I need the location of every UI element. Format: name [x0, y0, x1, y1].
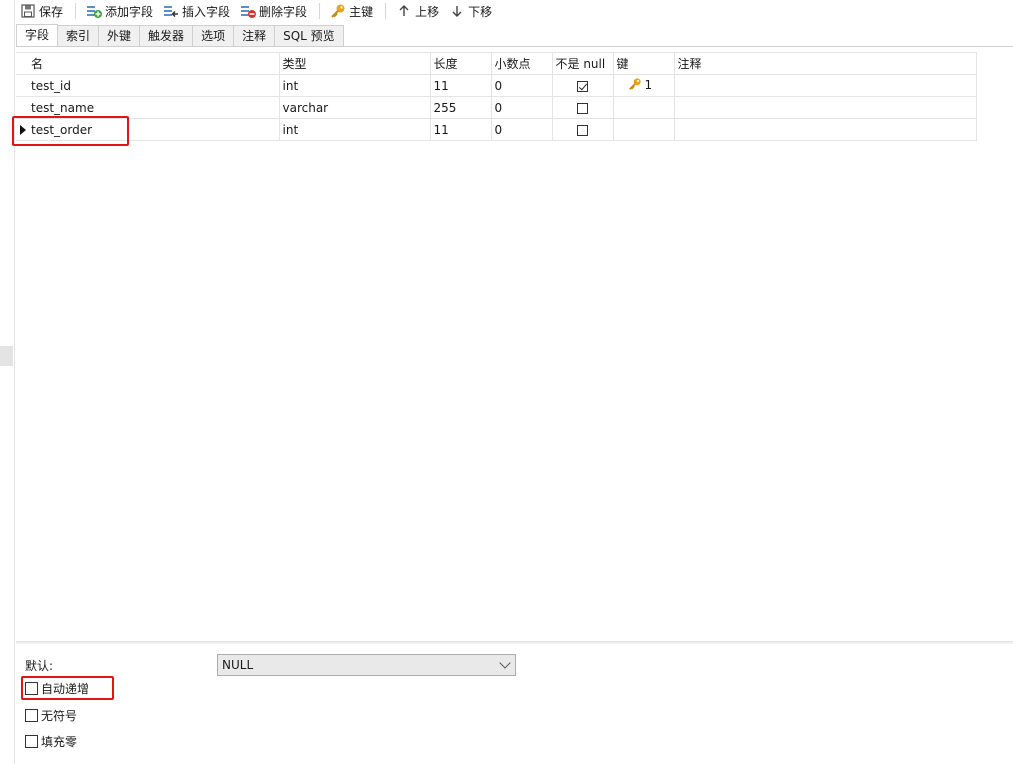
move-up-label: 上移	[415, 4, 440, 19]
unsigned-option[interactable]: 无符号	[25, 707, 77, 724]
cell-not-null[interactable]	[552, 96, 614, 119]
move-up-button[interactable]: 上移	[392, 1, 443, 21]
not-null-checkbox[interactable]	[577, 124, 588, 136]
column-header-decimals[interactable]: 小数点	[491, 52, 553, 75]
tab-comment[interactable]: 注释	[233, 25, 276, 46]
primary-key-label: 主键	[349, 4, 374, 19]
arrow-up-icon	[396, 3, 412, 19]
zerofill-label: 填充零	[41, 735, 78, 749]
tab-indexes[interactable]: 索引	[57, 25, 100, 46]
key-icon	[628, 77, 642, 94]
fields-table: 名 类型 长度 小数点 不是 null 键 注释 test_id int 11 …	[16, 52, 977, 141]
highlight-box-auto-increment	[21, 676, 114, 700]
table-header-row: 名 类型 长度 小数点 不是 null 键 注释	[16, 52, 977, 75]
cell-key	[613, 96, 675, 119]
default-value-select[interactable]: NULL	[217, 654, 516, 676]
cell-decimals[interactable]: 0	[491, 96, 553, 119]
cell-decimals[interactable]: 0	[491, 74, 553, 97]
tab-options[interactable]: 选项	[192, 25, 235, 46]
tab-bar-border	[16, 46, 1013, 47]
insert-field-button[interactable]: 插入字段	[159, 1, 234, 21]
column-header-key[interactable]: 键	[613, 52, 675, 75]
left-panel-strip	[0, 0, 15, 764]
tab-sql-preview[interactable]: SQL 预览	[274, 25, 344, 46]
cell-type[interactable]: varchar	[279, 96, 431, 119]
delete-field-button[interactable]: 删除字段	[236, 1, 311, 21]
left-panel-collapse-handle[interactable]	[0, 346, 13, 366]
add-field-button[interactable]: 添加字段	[82, 1, 157, 21]
cell-comment[interactable]	[674, 118, 977, 141]
save-icon	[20, 3, 36, 19]
cell-not-null[interactable]	[552, 118, 614, 141]
arrow-down-icon	[449, 3, 465, 19]
panel-splitter[interactable]	[16, 641, 1013, 644]
add-field-label: 添加字段	[105, 4, 154, 19]
tab-bar: 字段 索引 外键 触发器 选项 注释 SQL 预览	[16, 24, 344, 46]
cell-type[interactable]: int	[279, 74, 431, 97]
cell-comment[interactable]	[674, 74, 977, 97]
tab-foreign-keys[interactable]: 外键	[98, 25, 141, 46]
cell-key: 1	[613, 74, 675, 97]
not-null-checkbox[interactable]	[577, 102, 588, 114]
cell-name[interactable]: test_id	[28, 74, 280, 97]
table-row[interactable]: test_id int 11 0 1	[16, 74, 977, 97]
cell-length[interactable]: 11	[430, 118, 492, 141]
row-indicator	[16, 74, 28, 97]
cell-comment[interactable]	[674, 96, 977, 119]
tab-triggers[interactable]: 触发器	[139, 25, 194, 46]
unsigned-checkbox[interactable]	[25, 709, 38, 722]
not-null-checkbox[interactable]	[577, 80, 588, 92]
save-button[interactable]: 保存	[16, 1, 67, 21]
tab-fields[interactable]: 字段	[16, 24, 59, 46]
default-value: NULL	[222, 658, 254, 672]
add-field-icon	[86, 3, 103, 19]
default-label: 默认:	[25, 659, 54, 673]
zerofill-checkbox[interactable]	[25, 735, 38, 748]
cell-decimals[interactable]: 0	[491, 118, 553, 141]
move-down-button[interactable]: 下移	[445, 1, 496, 21]
row-indicator-header	[16, 52, 28, 75]
column-header-type[interactable]: 类型	[279, 52, 431, 75]
toolbar-separator	[385, 3, 387, 19]
zerofill-option[interactable]: 填充零	[25, 733, 77, 750]
insert-field-icon	[163, 3, 179, 19]
chevron-down-icon	[499, 657, 511, 669]
cell-not-null[interactable]	[552, 74, 614, 97]
column-header-comment[interactable]: 注释	[674, 52, 977, 75]
column-header-name[interactable]: 名	[28, 52, 280, 75]
move-down-label: 下移	[468, 4, 493, 19]
cell-key	[613, 118, 675, 141]
unsigned-label: 无符号	[41, 709, 78, 723]
delete-field-label: 删除字段	[259, 4, 308, 19]
table-row-selected[interactable]: test_order int 11 0	[16, 118, 977, 141]
toolbar-separator	[75, 3, 77, 19]
key-icon	[330, 3, 346, 19]
cell-type[interactable]: int	[279, 118, 431, 141]
highlight-box-field	[12, 116, 129, 146]
delete-field-icon	[240, 3, 257, 19]
primary-key-button[interactable]: 主键	[326, 1, 377, 21]
table-row[interactable]: test_name varchar 255 0	[16, 96, 977, 119]
cell-length[interactable]: 11	[430, 74, 492, 97]
column-header-not-null[interactable]: 不是 null	[552, 52, 614, 75]
cell-length[interactable]: 255	[430, 96, 492, 119]
toolbar-separator	[319, 3, 321, 19]
column-header-length[interactable]: 长度	[430, 52, 492, 75]
toolbar: 保存 添加字段 插入字段 删除字段 主键 上移 下移	[16, 0, 1013, 22]
insert-field-label: 插入字段	[182, 4, 231, 19]
save-label: 保存	[39, 4, 64, 19]
key-order: 1	[644, 78, 653, 92]
